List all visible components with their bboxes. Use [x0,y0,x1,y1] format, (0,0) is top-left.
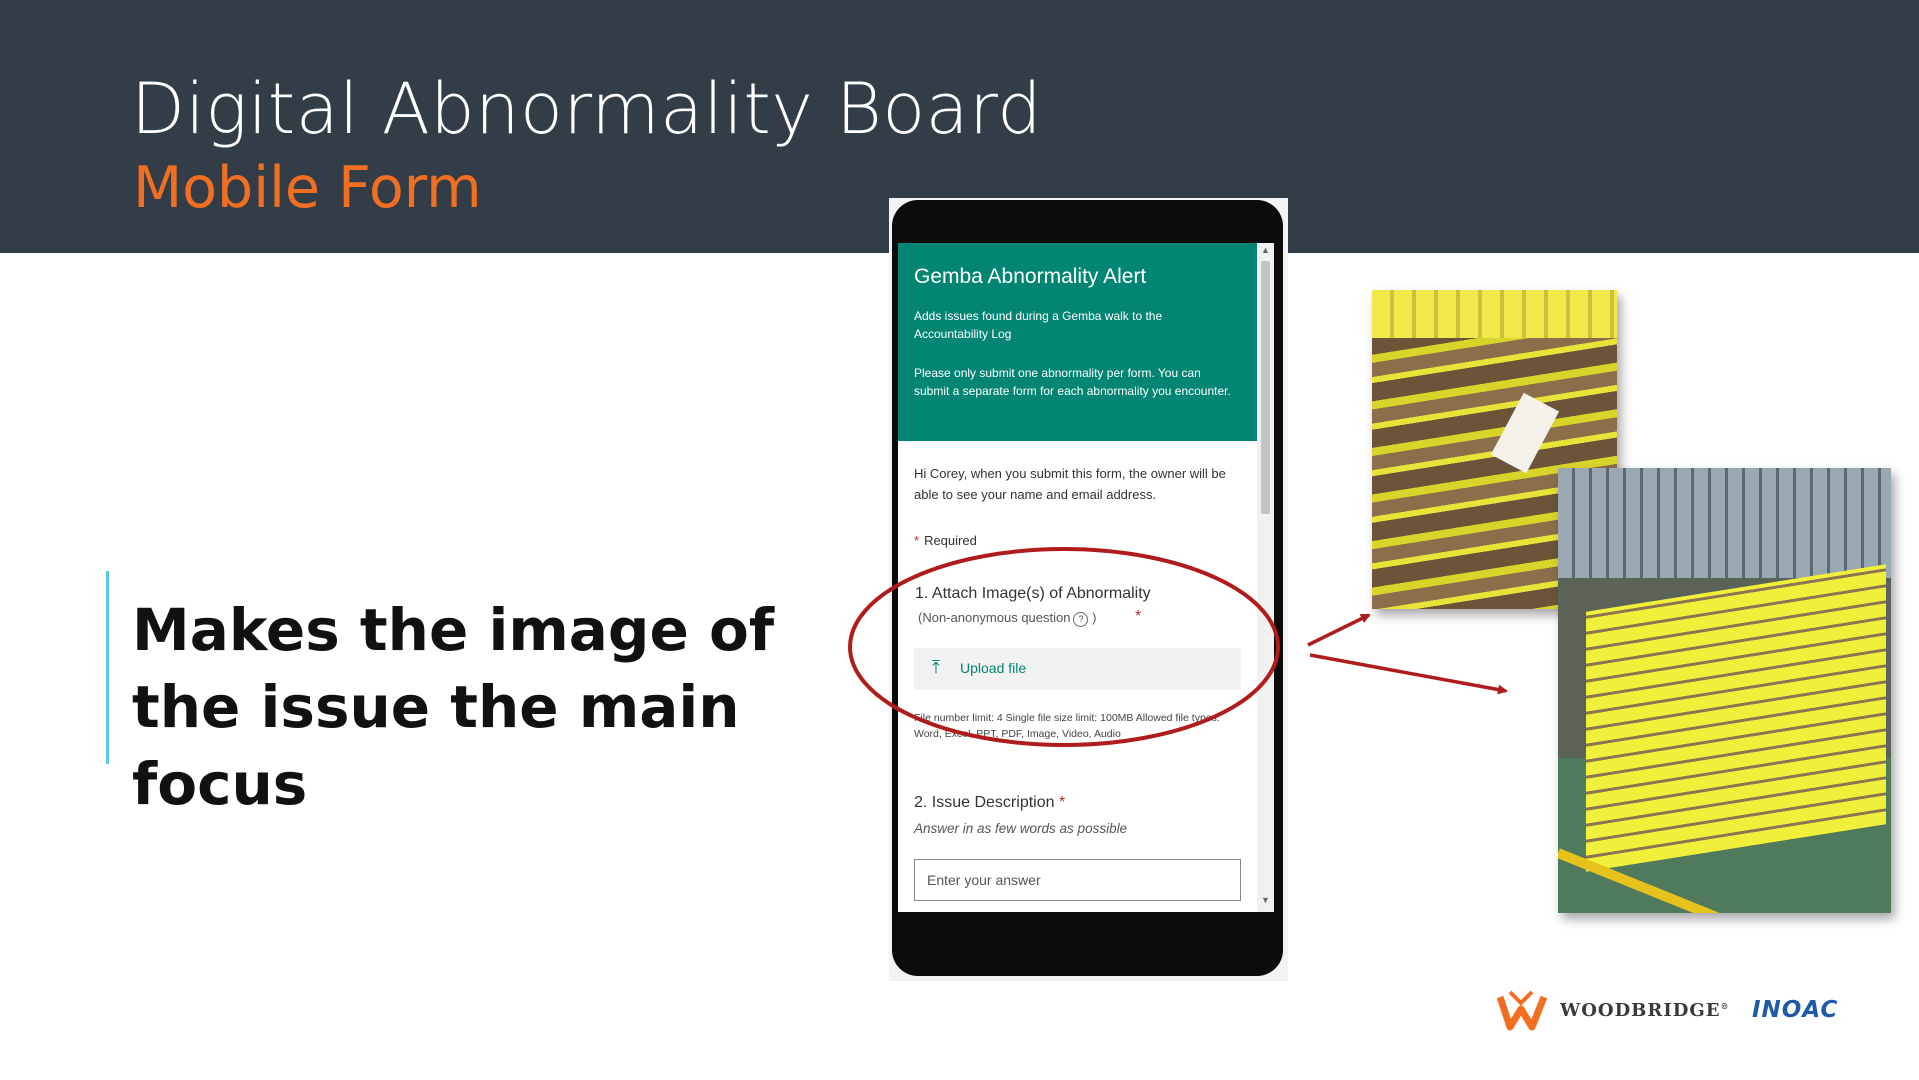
inoac-logo: INOAC [1752,997,1839,1023]
arrow-to-stack [1309,653,1508,695]
woodbridge-logo-icon [1497,990,1547,1031]
woodbridge-logo: WOODBRIDGE® [1560,1000,1729,1021]
woodbridge-logo-text: WOODBRIDGE [1560,1000,1721,1021]
annotation-overlay [848,547,1508,747]
highlight-ellipse [848,547,1280,747]
woodbridge-registered-mark: ® [1720,1001,1730,1011]
arrow-to-closeup [1307,613,1371,647]
